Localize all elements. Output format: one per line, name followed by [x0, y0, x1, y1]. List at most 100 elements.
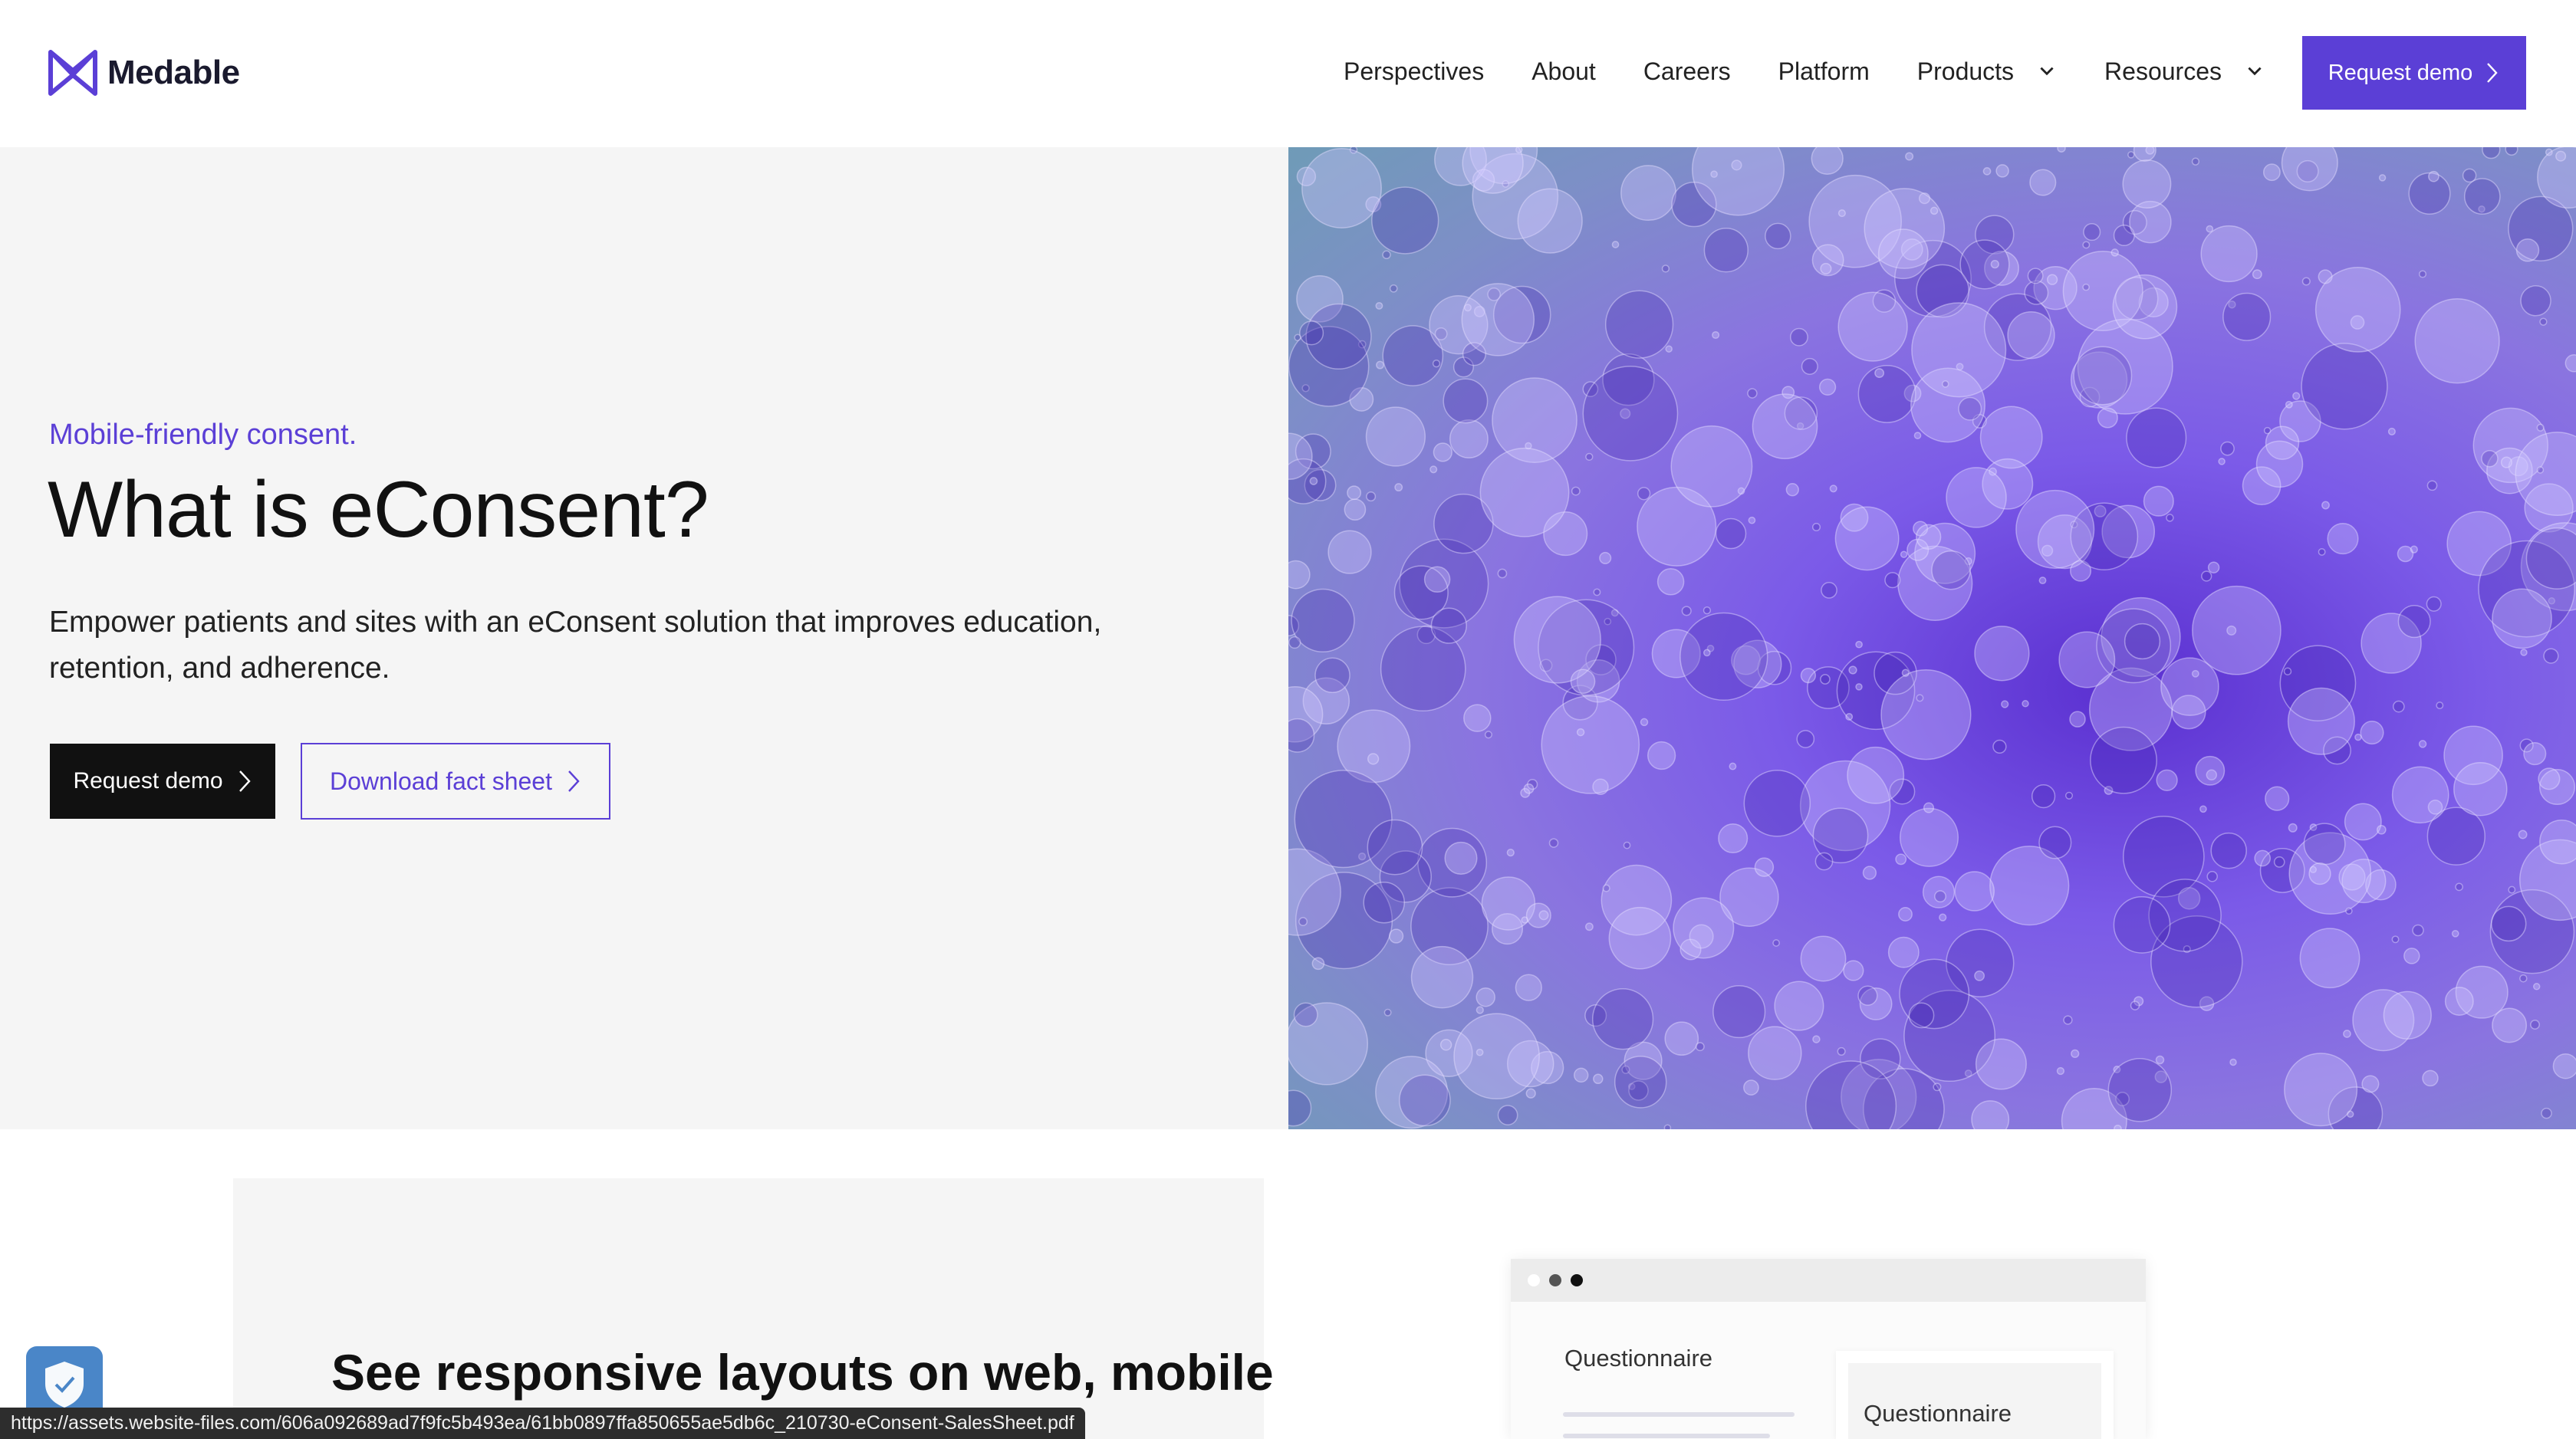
bubble — [2418, 270, 2427, 278]
bubble — [2022, 700, 2029, 708]
bubble — [2090, 726, 2157, 794]
bubble — [2107, 1058, 2173, 1122]
bubble — [1913, 432, 1922, 439]
bubble — [1394, 483, 1403, 492]
bubble — [1837, 1046, 1846, 1056]
bubble — [1796, 730, 1815, 748]
chevron-down-icon — [2248, 67, 2262, 76]
bubble — [1785, 483, 1799, 497]
button-label: Request demo — [73, 768, 223, 793]
bubble — [1585, 452, 1594, 462]
bubble — [1591, 988, 1654, 1050]
bubble — [2391, 766, 2449, 824]
bubble — [2354, 733, 2362, 741]
bubble — [1811, 147, 1844, 175]
bubble — [1855, 640, 1863, 649]
nav-careers[interactable]: Careers — [1643, 57, 1731, 86]
bubble — [1718, 823, 1749, 854]
bubble — [2255, 440, 2304, 488]
bubble — [2361, 1075, 2380, 1093]
bubble — [1663, 1124, 1672, 1129]
bubble — [2156, 769, 2178, 791]
bubble — [1604, 290, 1674, 359]
bubble — [2073, 346, 2133, 406]
nav-perspectives[interactable]: Perspectives — [1344, 57, 1484, 86]
nav-label: Resources — [2104, 57, 2222, 85]
bubble — [1548, 838, 1559, 848]
bubble — [1821, 582, 1837, 599]
bubble — [2071, 1049, 2080, 1059]
bubble — [1367, 753, 1380, 765]
mock-mobile-card: Questionnaire — [1836, 1351, 2114, 1439]
bubble — [1383, 1008, 1392, 1017]
bubble — [2520, 649, 2528, 656]
bubble — [2515, 238, 2540, 262]
bubble — [1772, 939, 1780, 947]
nav-products[interactable]: Products — [1917, 57, 2057, 86]
nav-label: Perspectives — [1344, 57, 1485, 85]
bubble — [2541, 1107, 2552, 1119]
bubble — [1656, 568, 1685, 596]
bubble — [2426, 480, 2438, 491]
bubble — [1599, 551, 1612, 564]
nav-platform[interactable]: Platform — [1778, 57, 1870, 86]
bubble — [1857, 985, 1878, 1006]
bubble — [1314, 657, 1351, 694]
bubble — [1288, 636, 1301, 649]
chevron-down-icon — [2040, 67, 2054, 76]
bubble — [2114, 1124, 2122, 1129]
bubble — [2127, 151, 2135, 159]
bubble — [1765, 222, 1791, 250]
request-demo-button[interactable]: Request demo — [50, 744, 275, 819]
nav-label: Careers — [1643, 57, 1731, 85]
bubble — [1818, 378, 1837, 396]
bubble — [2321, 501, 2330, 510]
bubble — [2263, 426, 2272, 435]
bubble — [1593, 1073, 1604, 1085]
bubble — [1637, 487, 1651, 501]
nav-about[interactable]: About — [1531, 57, 1596, 86]
logo[interactable]: Medable — [48, 48, 240, 98]
bubble — [1375, 301, 1383, 310]
header-request-demo-button[interactable]: Request demo — [2302, 36, 2526, 110]
bubble — [1715, 517, 1747, 550]
nav-resources[interactable]: Resources — [2104, 57, 2265, 86]
bubble — [2143, 485, 2174, 517]
bubble — [2481, 449, 2499, 468]
bubble — [1515, 147, 1523, 154]
bubble — [1291, 588, 1355, 653]
bubble — [1484, 731, 1492, 739]
bubble — [1461, 283, 1535, 356]
bubble — [1855, 683, 1863, 691]
bubble — [2314, 267, 2401, 353]
bubble — [1371, 186, 1439, 255]
bubble — [1347, 485, 1362, 501]
bubble — [2536, 466, 2545, 474]
bubble — [2418, 740, 2427, 748]
bubble — [1463, 704, 1492, 732]
bubble — [1930, 206, 1939, 215]
bubble — [2519, 974, 2528, 983]
bubble — [2552, 1053, 2576, 1079]
bubble — [2097, 407, 2118, 429]
bubble — [2463, 178, 2501, 215]
bubble — [1974, 626, 2030, 682]
bubble — [1571, 486, 1581, 496]
bubble — [2455, 882, 2463, 892]
bubble — [2344, 803, 2382, 841]
bubble — [2064, 791, 2074, 800]
download-fact-sheet-button[interactable]: Download fact sheet — [301, 743, 610, 820]
bubble — [2191, 157, 2200, 166]
bubble — [1389, 284, 1398, 293]
bubble — [1602, 884, 1610, 892]
bubble — [1497, 1105, 1518, 1125]
bubble — [2069, 711, 2086, 728]
bubble — [1847, 746, 1905, 804]
bubble — [1611, 241, 1620, 248]
bubble — [1576, 728, 1585, 737]
bubble — [2126, 407, 2187, 468]
bubble — [1623, 841, 1631, 849]
bubble — [1301, 148, 1382, 228]
bubble — [1934, 890, 1946, 903]
bubble — [2500, 456, 2512, 468]
